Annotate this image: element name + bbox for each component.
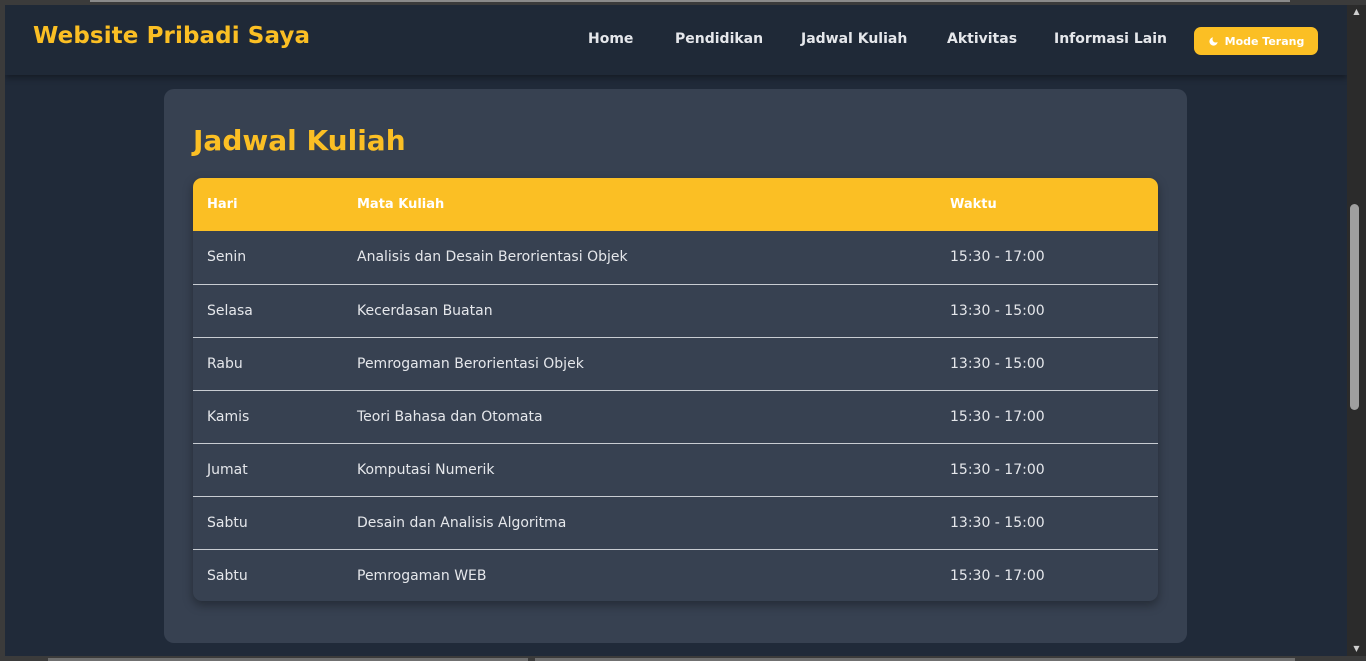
- table-row: Kamis Teori Bahasa dan Otomata 15:30 - 1…: [193, 390, 1158, 443]
- cell-course: Komputasi Numerik: [357, 461, 495, 478]
- cell-course: Teori Bahasa dan Otomata: [357, 408, 543, 425]
- cell-course: Pemrogaman WEB: [357, 567, 487, 584]
- cell-course: Pemrogaman Berorientasi Objek: [357, 355, 584, 372]
- cell-day: Sabtu: [207, 567, 248, 584]
- table-row: Rabu Pemrogaman Berorientasi Objek 13:30…: [193, 337, 1158, 390]
- column-header-mata-kuliah: Mata Kuliah: [357, 197, 445, 212]
- table-row: Senin Analisis dan Desain Berorientasi O…: [193, 231, 1158, 284]
- cell-time: 15:30 - 17:00: [950, 567, 1045, 584]
- window-frame-bottom: [0, 656, 1366, 661]
- nav-jadwal-kuliah[interactable]: Jadwal Kuliah: [801, 31, 907, 47]
- table-row: Sabtu Desain dan Analisis Algoritma 13:3…: [193, 496, 1158, 549]
- cell-course: Desain dan Analisis Algoritma: [357, 514, 567, 531]
- mode-toggle-button[interactable]: Mode Terang: [1194, 27, 1318, 55]
- table-row: Sabtu Pemrogaman WEB 15:30 - 17:00: [193, 549, 1158, 601]
- schedule-card: Jadwal Kuliah Hari Mata Kuliah Waktu Sen…: [164, 89, 1187, 643]
- nav-aktivitas[interactable]: Aktivitas: [947, 31, 1017, 47]
- cell-time: 15:30 - 17:00: [950, 249, 1045, 266]
- cell-day: Kamis: [207, 408, 250, 425]
- scroll-down-arrow-icon[interactable]: ▼: [1347, 642, 1366, 656]
- page-viewport: Website Pribadi Saya Home Pendidikan Jad…: [5, 5, 1347, 656]
- cell-day: Selasa: [207, 302, 253, 319]
- nav-home[interactable]: Home: [588, 31, 633, 47]
- address-bar-edge: [90, 0, 1290, 2]
- table-row: Selasa Kecerdasan Buatan 13:30 - 15:00: [193, 284, 1158, 337]
- schedule-table-wrapper: Hari Mata Kuliah Waktu Senin Analisis da…: [193, 178, 1158, 601]
- table-header-row: Hari Mata Kuliah Waktu: [193, 178, 1158, 231]
- cell-day: Rabu: [207, 355, 243, 372]
- section-title: Jadwal Kuliah: [193, 124, 406, 157]
- cell-day: Senin: [207, 249, 247, 266]
- cell-time: 13:30 - 15:00: [950, 514, 1045, 531]
- nav-pendidikan[interactable]: Pendidikan: [675, 31, 763, 47]
- nav-informasi-lain[interactable]: Informasi Lain: [1054, 31, 1167, 47]
- cell-time: 13:30 - 15:00: [950, 302, 1045, 319]
- column-header-waktu: Waktu: [950, 197, 997, 212]
- cell-day: Jumat: [207, 461, 248, 478]
- table-row: Jumat Komputasi Numerik 15:30 - 17:00: [193, 443, 1158, 496]
- column-header-hari: Hari: [207, 197, 238, 212]
- cell-time: 15:30 - 17:00: [950, 461, 1045, 478]
- moon-icon: [1209, 36, 1218, 46]
- cell-time: 15:30 - 17:00: [950, 408, 1045, 425]
- cell-time: 13:30 - 15:00: [950, 355, 1045, 372]
- scroll-up-arrow-icon[interactable]: ▲: [1347, 5, 1366, 19]
- scrollbar-thumb[interactable]: [1350, 204, 1359, 410]
- cell-day: Sabtu: [207, 514, 248, 531]
- site-brand[interactable]: Website Pribadi Saya: [33, 23, 310, 49]
- cell-course: Analisis dan Desain Berorientasi Objek: [357, 249, 628, 266]
- cell-course: Kecerdasan Buatan: [357, 302, 493, 319]
- schedule-table: Hari Mata Kuliah Waktu Senin Analisis da…: [193, 178, 1158, 601]
- page-scrollbar[interactable]: ▲ ▼: [1347, 5, 1366, 656]
- mode-toggle-label: Mode Terang: [1224, 34, 1305, 48]
- site-header: Website Pribadi Saya Home Pendidikan Jad…: [5, 5, 1347, 75]
